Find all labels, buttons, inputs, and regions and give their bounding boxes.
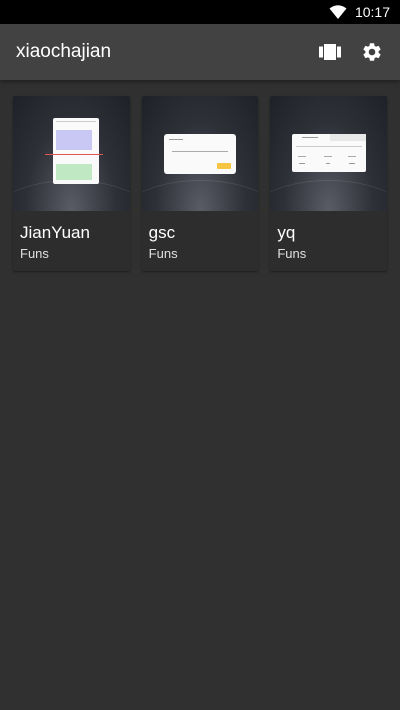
card-title: JianYuan <box>20 223 90 242</box>
thumbnail-screen <box>45 118 103 184</box>
view-carousel-button[interactable] <box>312 34 348 70</box>
thumbnail-screen <box>163 134 236 174</box>
card-subtitle: Funs <box>20 246 49 261</box>
card-title: yq <box>277 223 296 242</box>
plugin-thumbnail <box>141 96 259 211</box>
settings-gear-icon <box>363 43 381 61</box>
card-title: gsc <box>148 223 176 242</box>
card-info: yq Funs <box>270 211 388 271</box>
card-info: gsc Funs <box>141 211 259 271</box>
plugin-card-jianyuan[interactable]: JianYuan Funs <box>13 96 130 271</box>
status-bar: 10:17 <box>0 0 400 24</box>
plugin-grid: JianYuan Funs gsc Funs yq Funs <box>13 96 388 271</box>
wifi-icon <box>329 4 347 20</box>
thumbnail-screen <box>292 134 367 172</box>
app-bar: xiaochajian <box>0 24 400 80</box>
view-carousel-icon <box>319 44 341 60</box>
app-title: xiaochajian <box>16 41 112 62</box>
plugin-card-gsc[interactable]: gsc Funs <box>141 96 259 271</box>
card-subtitle: Funs <box>277 246 307 261</box>
status-time: 10:17 <box>354 4 390 20</box>
plugin-thumbnail <box>13 96 130 211</box>
card-subtitle: Funs <box>148 246 178 261</box>
plugin-card-yq[interactable]: yq Funs <box>270 96 388 271</box>
settings-button[interactable] <box>354 34 390 70</box>
card-info: JianYuan Funs <box>13 211 130 271</box>
plugin-thumbnail <box>270 96 388 211</box>
